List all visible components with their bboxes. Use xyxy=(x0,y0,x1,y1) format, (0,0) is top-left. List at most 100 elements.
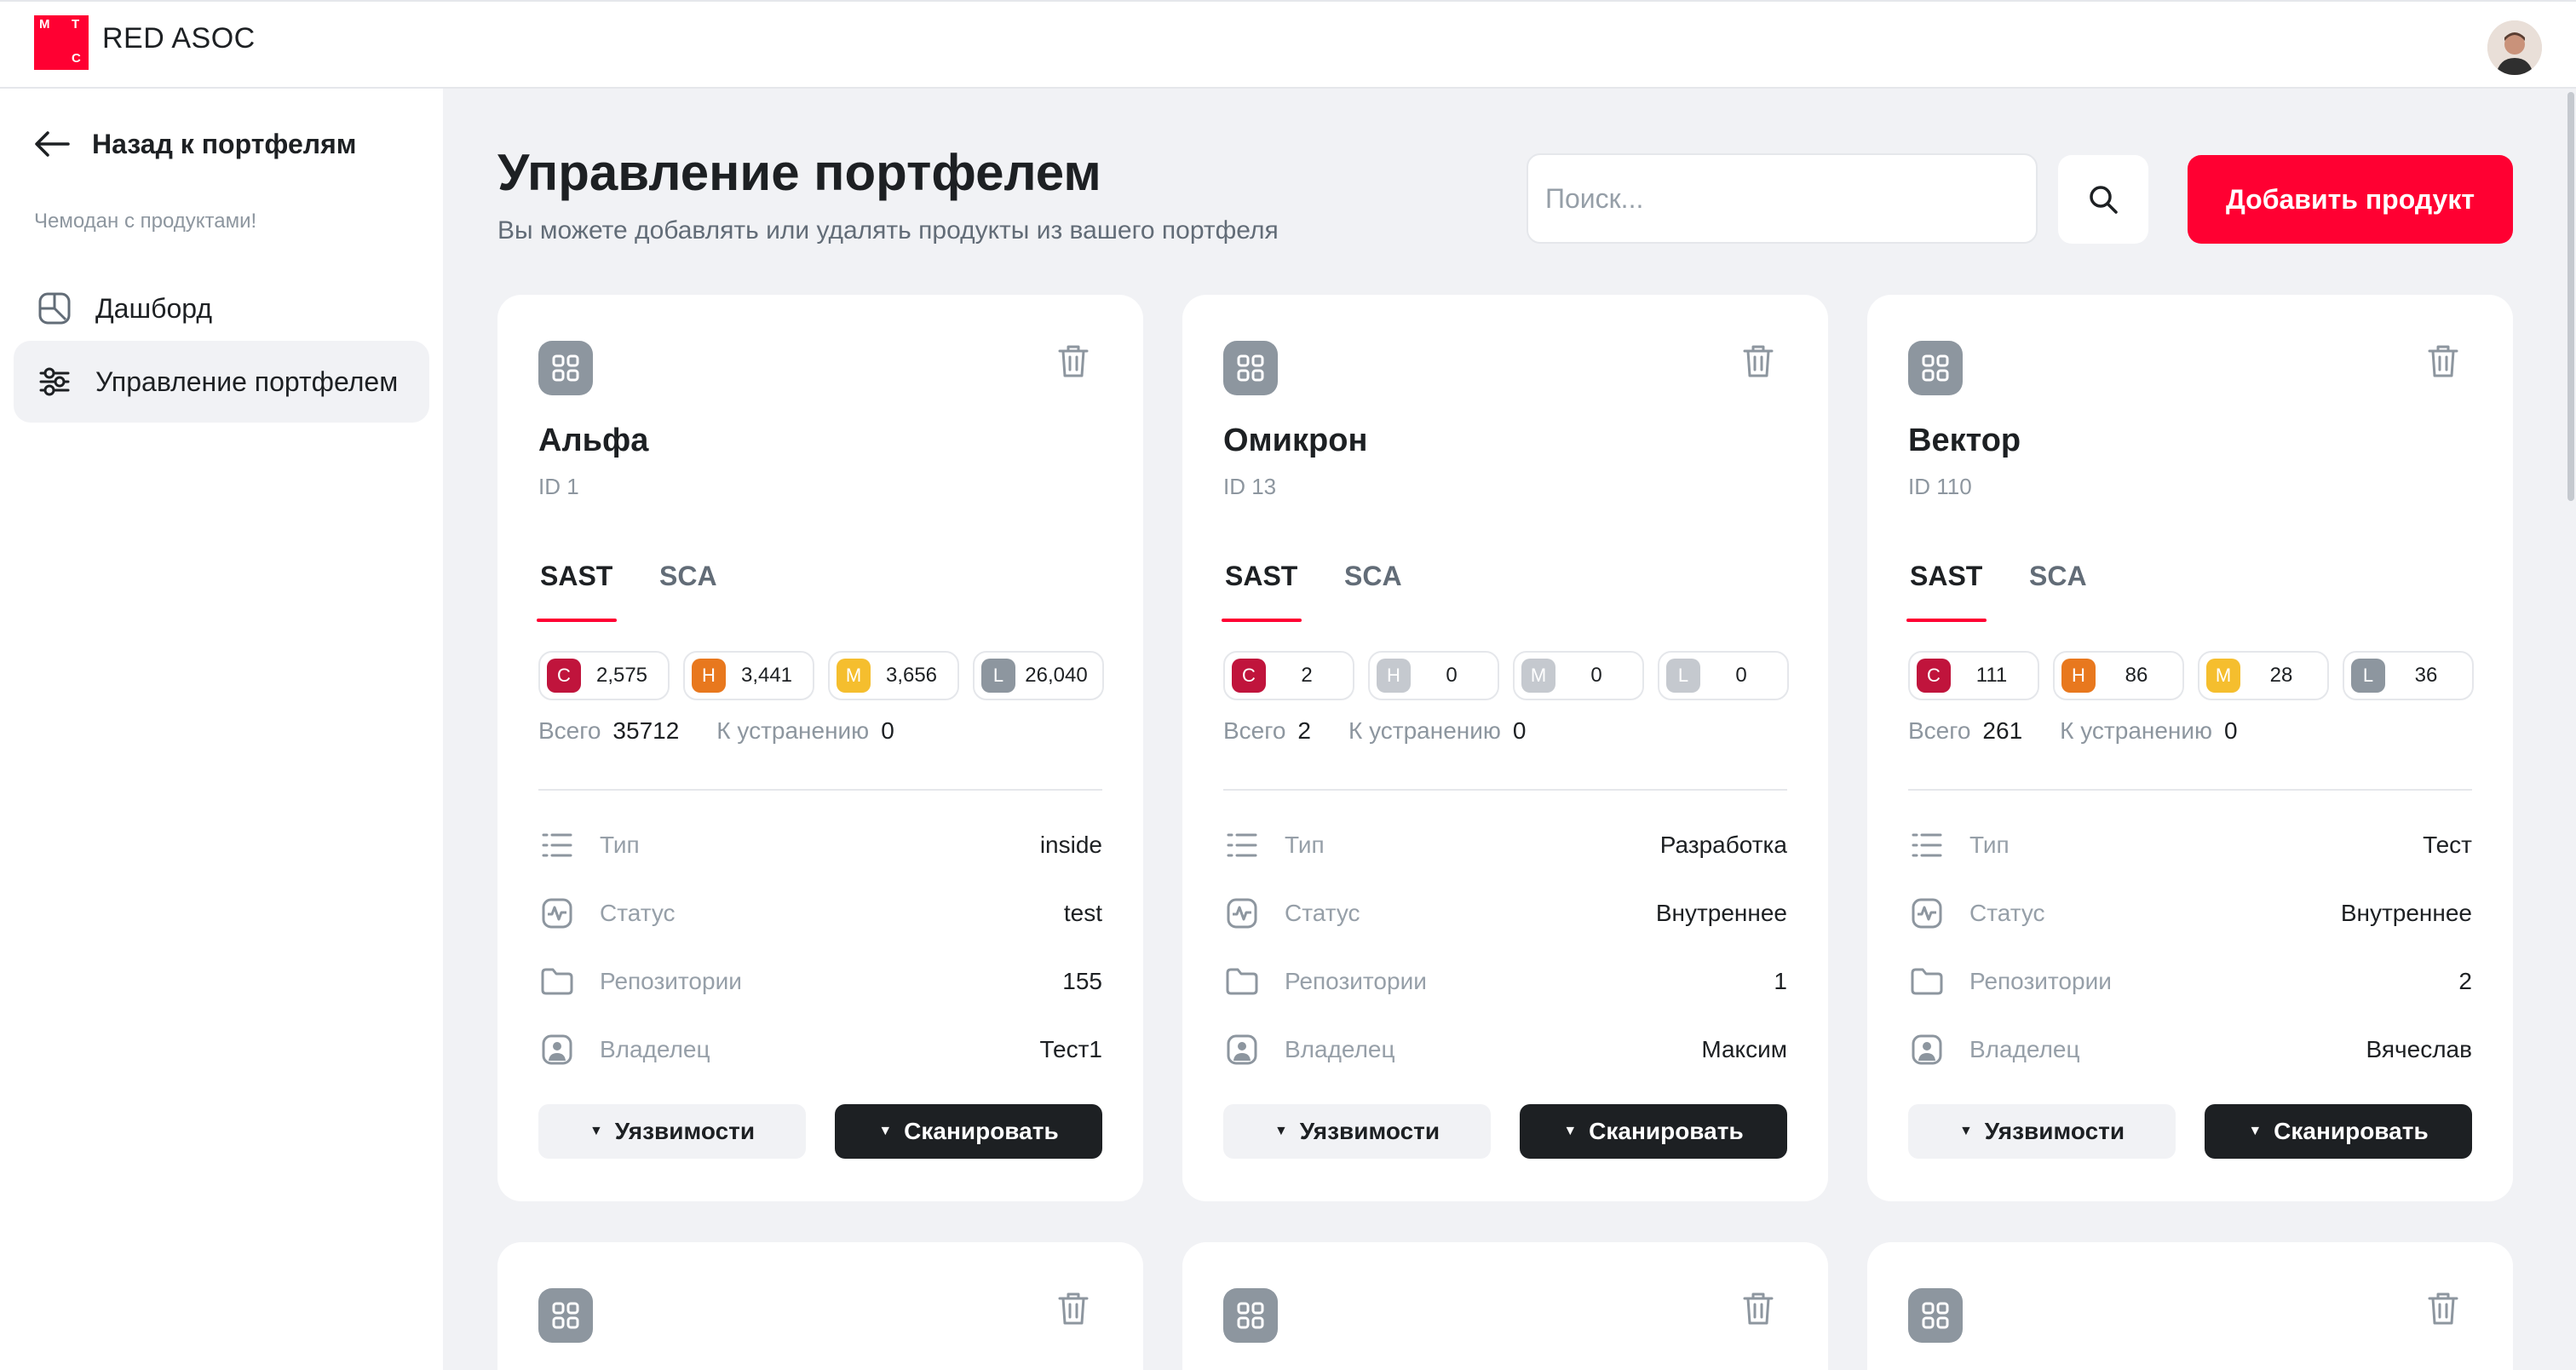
product-name: Омикрон xyxy=(1223,423,1368,458)
severity-low: L 36 xyxy=(2343,651,2474,700)
repos-value: 155 xyxy=(1062,968,1102,994)
vulnerabilities-button[interactable]: ▼ Уязвимости xyxy=(538,1104,806,1159)
user-avatar[interactable] xyxy=(2487,20,2542,75)
repos-label: Репозитории xyxy=(1285,968,1427,994)
vulnerabilities-button-label: Уязвимости xyxy=(1984,1118,2125,1144)
sidebar-item-dashboard[interactable]: Дашборд xyxy=(14,268,429,349)
delete-product-button[interactable] xyxy=(1738,1288,1779,1329)
low-badge: L xyxy=(2351,659,2385,693)
vulnerabilities-button[interactable]: ▼ Уязвимости xyxy=(1223,1104,1491,1159)
sidebar-item-label: Управление портфелем xyxy=(95,366,399,397)
tab-sast[interactable]: SAST xyxy=(540,561,612,592)
vulnerabilities-button[interactable]: ▼ Уязвимости xyxy=(1908,1104,2176,1159)
repos-row: Репозитории 1 xyxy=(1223,963,1787,1000)
status-row: Статус Внутреннее xyxy=(1908,895,2472,932)
tab-sca[interactable]: SCA xyxy=(1344,561,1402,592)
search-button[interactable] xyxy=(2058,155,2148,244)
severity-high: H 86 xyxy=(2053,651,2184,700)
status-value: Внутреннее xyxy=(1655,900,1787,926)
mts-logo[interactable]: М Т С xyxy=(34,15,89,70)
low-count: 0 xyxy=(1735,664,1747,687)
caret-down-icon: ▼ xyxy=(1563,1124,1578,1138)
type-value: Тест xyxy=(2423,832,2472,858)
trash-icon xyxy=(2428,1292,2458,1325)
tab-sca[interactable]: SCA xyxy=(659,561,717,592)
active-tab-indicator xyxy=(1906,619,1987,622)
scrollbar-thumb[interactable] xyxy=(2567,92,2574,501)
folder-icon xyxy=(538,963,576,1000)
product-card-partial xyxy=(497,1242,1143,1370)
folder-icon xyxy=(1908,963,1946,1000)
critical-badge: C xyxy=(1917,659,1951,693)
totals-row: Всего 2 К устранению 0 xyxy=(1223,717,1563,745)
top-header: М Т С RED ASOC xyxy=(0,0,2576,89)
avatar-icon xyxy=(2487,20,2542,75)
logo-letter: С xyxy=(72,51,81,66)
low-badge: L xyxy=(1666,659,1700,693)
owner-row: Владелец Тест1 xyxy=(538,1031,1102,1068)
sliders-icon xyxy=(37,365,72,399)
medium-badge: M xyxy=(1521,659,1555,693)
to-fix-value: 0 xyxy=(881,717,894,744)
trash-icon xyxy=(1743,345,1774,377)
scan-button[interactable]: ▼ Сканировать xyxy=(1520,1104,1787,1159)
status-row: Статус Внутреннее xyxy=(1223,895,1787,932)
status-label: Статус xyxy=(600,900,676,926)
logo-letter: М xyxy=(39,17,50,32)
tab-sast[interactable]: SAST xyxy=(1225,561,1297,592)
caret-down-icon: ▼ xyxy=(1958,1124,1973,1138)
add-product-button[interactable]: Добавить продукт xyxy=(2188,155,2513,244)
product-name: Вектор xyxy=(1908,423,2021,458)
owner-label: Владелец xyxy=(1969,1036,2080,1062)
active-tab-indicator xyxy=(537,619,617,622)
apps-icon xyxy=(1223,1288,1278,1343)
user-icon xyxy=(1908,1031,1946,1068)
product-name: Альфа xyxy=(538,423,649,458)
owner-row: Владелец Вячеслав xyxy=(1908,1031,2472,1068)
delete-product-button[interactable] xyxy=(2423,341,2464,382)
low-badge: L xyxy=(981,659,1015,693)
arrow-left-icon xyxy=(35,131,70,157)
activity-icon xyxy=(1223,895,1261,932)
search-input[interactable] xyxy=(1527,153,2038,244)
caret-down-icon: ▼ xyxy=(1274,1124,1288,1138)
type-value: Разработка xyxy=(1659,832,1787,858)
repos-value: 2 xyxy=(2458,968,2472,994)
total-label: Всего xyxy=(538,717,601,744)
total-value: 261 xyxy=(1982,717,2023,744)
list-icon xyxy=(1908,826,1946,864)
status-value: test xyxy=(1063,900,1102,926)
sidebar: Назад к портфелям Чемодан с продуктами! … xyxy=(0,89,443,1370)
type-label: Тип xyxy=(600,832,640,858)
back-to-portfolios-link[interactable]: Назад к портфелям xyxy=(34,123,356,165)
delete-product-button[interactable] xyxy=(2423,1288,2464,1329)
tab-sca[interactable]: SCA xyxy=(2029,561,2087,592)
sidebar-caption: Чемодан с продуктами! xyxy=(34,210,257,233)
totals-row: Всего 261 К устранению 0 xyxy=(1908,717,2275,745)
to-fix-value: 0 xyxy=(1512,717,1527,744)
severity-medium: M 28 xyxy=(2198,651,2329,700)
high-badge: H xyxy=(692,659,726,693)
page-scrollbar[interactable] xyxy=(2566,89,2576,1370)
critical-count: 111 xyxy=(1975,664,2008,687)
scan-button[interactable]: ▼ Сканировать xyxy=(2205,1104,2472,1159)
repos-label: Репозитории xyxy=(600,968,742,994)
owner-value: Вячеслав xyxy=(2366,1036,2472,1062)
owner-label: Владелец xyxy=(600,1036,710,1062)
medium-count: 28 xyxy=(2269,664,2293,687)
activity-icon xyxy=(538,895,576,932)
delete-product-button[interactable] xyxy=(1738,341,1779,382)
sidebar-item-portfolio-management[interactable]: Управление портфелем xyxy=(14,341,429,423)
scan-button[interactable]: ▼ Сканировать xyxy=(835,1104,1102,1159)
product-card-partial xyxy=(1182,1242,1828,1370)
divider xyxy=(1908,789,2472,791)
delete-product-button[interactable] xyxy=(1053,341,1094,382)
apps-icon xyxy=(1908,1288,1963,1343)
tab-sast[interactable]: SAST xyxy=(1910,561,1982,592)
trash-icon xyxy=(1058,1292,1089,1325)
caret-down-icon: ▼ xyxy=(589,1124,603,1138)
apps-icon xyxy=(1908,341,1963,395)
delete-product-button[interactable] xyxy=(1053,1288,1094,1329)
severity-medium: M 0 xyxy=(1513,651,1644,700)
caret-down-icon: ▼ xyxy=(2248,1124,2263,1138)
